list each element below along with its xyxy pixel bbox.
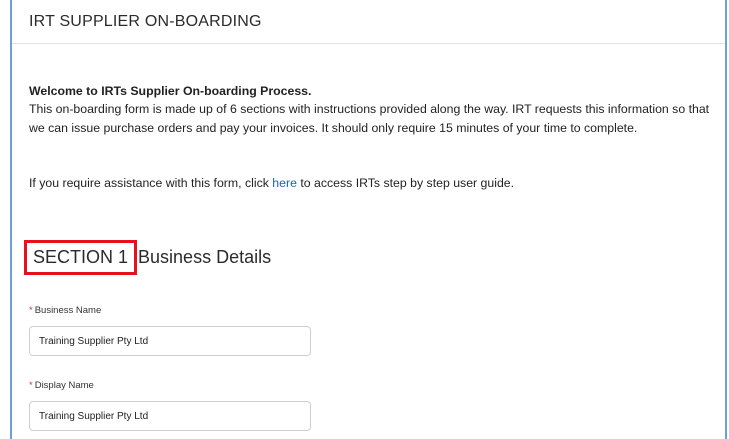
welcome-heading: Welcome to IRTs Supplier On-boarding Pro… [29, 84, 312, 98]
assistance-text-after: to access IRTs step by step user guide. [296, 176, 515, 190]
section-number-highlighted: SECTION 1 [23, 240, 138, 275]
display-name-label: * Display Name [29, 380, 94, 391]
section-title: Business Details [138, 247, 272, 267]
display-name-label-text: Display Name [34, 380, 94, 391]
section-heading: SECTION 1 Business Details [23, 240, 272, 275]
display-name-input[interactable] [29, 401, 311, 431]
form-frame: IRT SUPPLIER ON-BOARDING Welcome to IRTs… [10, 0, 727, 439]
business-name-label-text: Business Name [34, 305, 102, 316]
required-marker: * [29, 305, 33, 316]
intro-body: This on-boarding form is made up of 6 se… [29, 102, 710, 135]
business-name-label: * Business Name [29, 305, 101, 316]
page-title: IRT SUPPLIER ON-BOARDING [29, 13, 262, 30]
assistance-text: If you require assistance with this form… [29, 176, 514, 190]
user-guide-link[interactable]: here [272, 176, 297, 190]
intro-text: Welcome to IRTs Supplier On-boarding Pro… [29, 82, 719, 137]
business-name-input[interactable] [29, 326, 311, 356]
assistance-text-before: If you require assistance with this form… [29, 176, 273, 190]
required-marker: * [29, 380, 33, 391]
